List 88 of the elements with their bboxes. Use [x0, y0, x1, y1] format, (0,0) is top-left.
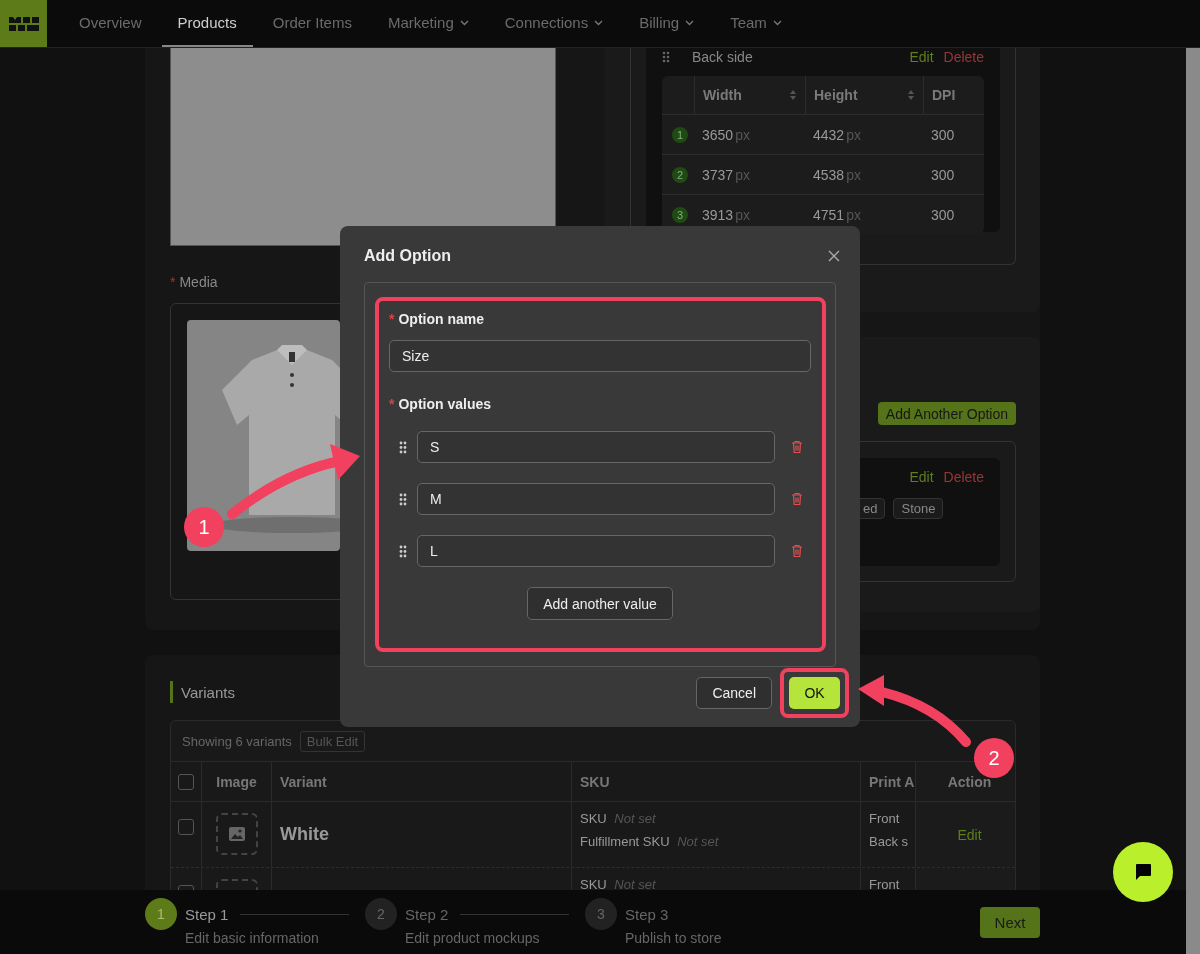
- column-header: SKU: [572, 762, 861, 801]
- column-header: Image: [202, 762, 272, 801]
- column-header: DPI: [923, 76, 983, 114]
- step-description: Publish to store: [624, 930, 723, 946]
- ok-button[interactable]: OK: [789, 677, 840, 709]
- table-cell-text: 3913 px: [701, 205, 751, 225]
- index-badge: 3: [672, 206, 688, 223]
- nav-tab[interactable]: Overview: [63, 0, 158, 47]
- edit-link[interactable]: Edit: [909, 469, 934, 485]
- bulk-edit-button[interactable]: Bulk Edit: [299, 730, 366, 752]
- nav-tab[interactable]: Order Items: [256, 0, 368, 47]
- nav-tab[interactable]: Marketing: [371, 0, 485, 47]
- table-cell-text: 4751 px: [812, 205, 862, 225]
- scrollbar[interactable]: [1186, 48, 1200, 954]
- sku-label: SKU: [580, 811, 607, 826]
- table-cell-text: 4538 px: [812, 165, 862, 185]
- print-area-text: Back s: [869, 834, 908, 849]
- variant-name: White: [280, 824, 329, 845]
- image-icon: [228, 827, 245, 841]
- step-description: Edit basic information: [184, 930, 320, 946]
- step-title: Step 3: [625, 905, 669, 923]
- delete-icon[interactable]: [791, 492, 803, 506]
- step-number: 2: [365, 898, 397, 930]
- step-title: Step 2: [405, 905, 449, 923]
- option-value-field[interactable]: S: [417, 431, 775, 463]
- field-label: Option values: [398, 396, 492, 414]
- close-icon[interactable]: [826, 248, 842, 264]
- table-cell-text: 300: [930, 205, 956, 225]
- column-header: Variant: [272, 762, 572, 801]
- chat-icon: [1133, 862, 1153, 882]
- required-mark: *: [170, 274, 176, 292]
- print-area-text: Front: [869, 877, 900, 890]
- table-cell-text: 300: [930, 165, 956, 185]
- delete-icon[interactable]: [791, 440, 803, 454]
- checkbox[interactable]: [178, 773, 194, 790]
- image-placeholder[interactable]: [215, 813, 258, 855]
- option-value-field[interactable]: L: [417, 535, 775, 567]
- next-button[interactable]: Next: [980, 906, 1040, 938]
- drag-handle-icon[interactable]: [399, 544, 407, 558]
- delete-link[interactable]: Delete: [943, 49, 984, 65]
- step-description: Edit product mockups: [404, 930, 541, 946]
- edit-link[interactable]: Edit: [909, 49, 934, 65]
- print-area-text: Front: [869, 811, 900, 826]
- add-value-button[interactable]: Add another value: [527, 587, 673, 620]
- nav-tab[interactable]: Connections: [488, 0, 620, 47]
- sku-label: Fulfillment SKU: [580, 834, 670, 849]
- field-label: Media: [179, 274, 218, 292]
- field-label: Option name: [398, 311, 484, 329]
- drag-handle-icon[interactable]: [662, 51, 670, 63]
- logo-icon[interactable]: [0, 0, 47, 47]
- sku-value: Not set: [677, 834, 719, 849]
- sku-value: Not set: [614, 811, 656, 826]
- sort-icon: [907, 89, 915, 101]
- delete-icon[interactable]: [791, 544, 803, 558]
- sort-icon: [789, 89, 797, 101]
- index-badge: 1: [672, 126, 688, 143]
- table-cell-text: 4432 px: [812, 125, 862, 145]
- required-mark: *: [389, 396, 395, 414]
- checkbox[interactable]: [178, 819, 194, 835]
- table-cell-text: 300: [930, 125, 956, 145]
- column-header[interactable]: Height: [805, 76, 923, 114]
- nav-tab[interactable]: Billing: [623, 0, 711, 47]
- delete-link[interactable]: Delete: [943, 469, 984, 485]
- section-title: Variants: [181, 683, 235, 701]
- column-header[interactable]: Width: [694, 76, 805, 114]
- table-cell-text: 3650 px: [701, 125, 751, 145]
- drag-handle-icon[interactable]: [399, 440, 407, 454]
- add-option-button[interactable]: Add Another Option: [877, 402, 1016, 425]
- required-mark: *: [389, 311, 395, 329]
- sku-value: Not set: [614, 877, 656, 890]
- dialog-title: Add Option: [364, 247, 452, 265]
- annotation-badge: 1: [184, 507, 224, 547]
- print-area-title: Back side: [692, 49, 753, 65]
- cancel-button[interactable]: Cancel: [696, 677, 772, 709]
- step-number: 3: [585, 898, 617, 930]
- option-tag: Stone: [893, 498, 944, 519]
- option-value-field[interactable]: M: [417, 483, 775, 515]
- edit-link[interactable]: Edit: [957, 826, 982, 843]
- drag-handle-icon[interactable]: [399, 492, 407, 506]
- nav-tab[interactable]: Team: [714, 0, 798, 47]
- sku-label: SKU: [580, 877, 607, 890]
- index-badge: 2: [672, 166, 688, 183]
- table-cell-text: 3737 px: [701, 165, 751, 185]
- step-number: 1: [145, 898, 177, 930]
- step-title: Step 1: [185, 905, 229, 923]
- option-name-field[interactable]: Size: [389, 340, 811, 372]
- variant-count: Showing 6 variants: [182, 733, 292, 749]
- chat-button[interactable]: [1113, 842, 1173, 902]
